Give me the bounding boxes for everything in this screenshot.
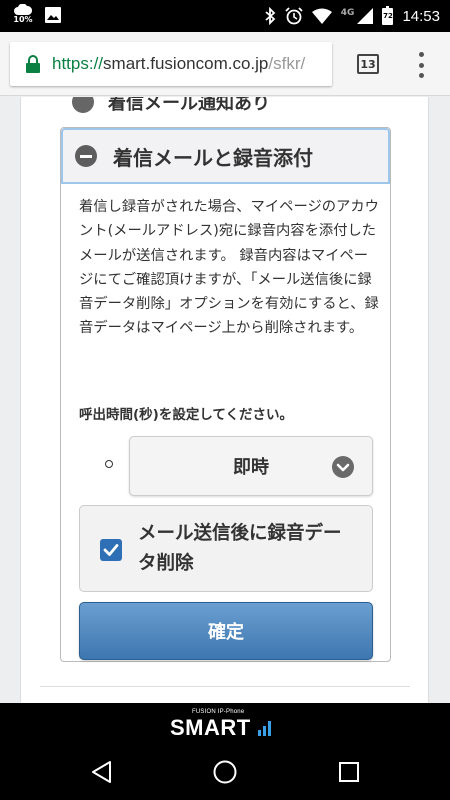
description-text: 着信し録音がされた場合、マイページのアカウント(メールアドレス)宛に録音内容を添… — [79, 199, 379, 337]
battery-icon: 72 — [382, 5, 394, 25]
menu-dot-icon — [418, 52, 424, 57]
image-notification-icon — [45, 7, 61, 23]
tab-switcher-button[interactable]: 13 — [357, 54, 379, 74]
collapse-icon — [75, 145, 97, 167]
battery-level: 72 — [383, 8, 393, 24]
menu-dot-icon — [418, 62, 424, 68]
accordion-header[interactable]: 着信メールと録音添付 — [61, 128, 390, 184]
address-bar[interactable]: https://smart.fusioncom.co.jp/sfkr/ — [10, 42, 332, 86]
cloud-icon — [14, 4, 32, 15]
brand-footer: FUSION IP-Phone SMART — [0, 703, 450, 745]
confirm-button[interactable]: 確定 — [79, 602, 373, 660]
phone-screen: 10% 4G 72 14:53 https://smart.fusioncom.… — [0, 0, 450, 800]
ring-time-select[interactable]: 即時 — [129, 436, 373, 496]
select-value: 即時 — [233, 457, 269, 478]
signal-bars-icon — [258, 721, 271, 736]
chevron-down-icon — [332, 456, 354, 478]
alarm-icon — [285, 7, 303, 25]
accordion-title-previous: 着信メール通知あり — [108, 97, 270, 114]
home-button[interactable] — [210, 759, 240, 785]
browser-menu-button[interactable] — [417, 52, 425, 78]
checkmark-icon — [103, 544, 119, 556]
network-type: 4G — [340, 8, 355, 18]
menu-dot-icon — [418, 73, 424, 78]
bluetooth-icon — [265, 7, 276, 25]
ring-time-prompt: 呼出時間(秒)を設定してください。 — [79, 407, 294, 423]
weather-label: 10% — [13, 15, 33, 24]
signal-icon — [357, 8, 374, 24]
expand-icon — [72, 97, 94, 113]
weather-widget: 10% — [12, 4, 34, 24]
checkbox-label: メール送信後に録音データ削除 — [138, 523, 342, 574]
status-left: 10% — [12, 4, 62, 28]
bullet-icon — [105, 460, 113, 468]
brand-logo: FUSION IP-Phone SMART — [170, 709, 280, 740]
browser-toolbar: https://smart.fusioncom.co.jp/sfkr/ 13 — [0, 32, 450, 96]
system-nav-bar — [0, 745, 450, 800]
divider — [40, 686, 410, 687]
accordion-panel: 着信メールと録音添付 着信し録音がされた場合、マイページのアカウント(メールアド… — [60, 127, 391, 662]
accordion-header-previous[interactable]: 着信メール通知あり — [60, 97, 390, 115]
home-icon — [213, 760, 237, 784]
brand-name: SMART — [170, 715, 251, 740]
url-text: https://smart.fusioncom.co.jp/sfkr/ — [52, 54, 305, 74]
confirm-button-label: 確定 — [208, 622, 244, 643]
status-bar: 10% 4G 72 14:53 — [0, 0, 450, 32]
back-icon — [92, 761, 111, 783]
web-page: 着信メール通知あり 着信メールと録音添付 着信し録音がされた場合、マイページのア… — [0, 97, 450, 703]
delete-after-send-checkbox[interactable] — [100, 539, 122, 561]
lock-icon — [26, 55, 40, 73]
clock: 14:53 — [402, 7, 440, 25]
wifi-icon — [311, 8, 332, 24]
status-right: 4G 72 14:53 — [264, 0, 440, 32]
recents-icon — [339, 762, 359, 782]
recents-button[interactable] — [334, 759, 364, 785]
url-path: /sfkr/ — [268, 54, 306, 73]
delete-after-send-option[interactable]: メール送信後に録音データ削除 — [79, 505, 373, 592]
url-host: smart.fusioncom.co.jp — [103, 54, 269, 73]
accordion-title: 着信メールと録音添付 — [113, 145, 313, 170]
url-scheme: https:// — [52, 54, 104, 73]
back-button[interactable] — [86, 759, 116, 785]
